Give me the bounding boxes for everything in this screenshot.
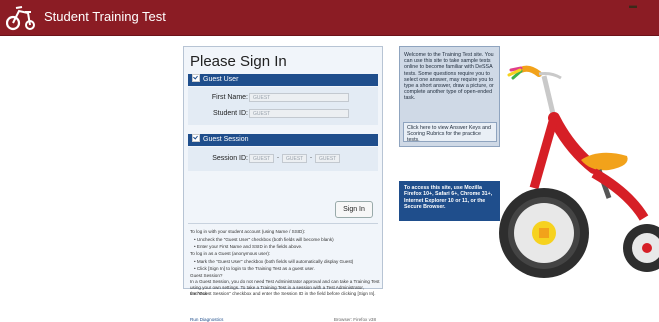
session-separator: - <box>310 155 312 161</box>
student-id-field[interactable]: GUEST <box>249 109 349 118</box>
info-bullet: • Click [Sign In] to login to the Traini… <box>194 266 315 271</box>
student-id-label: Student ID: <box>212 110 248 117</box>
guest-user-label: Guest User <box>203 76 239 83</box>
signin-panel: Please Sign In Guest User First Name: GU… <box>183 46 383 322</box>
info-session-question: Guest Session? <box>190 273 223 278</box>
guest-user-header: Guest User <box>188 74 378 86</box>
info-bullet: • Uncheck the "Guest User" checkbox (bot… <box>194 237 334 242</box>
divider <box>188 223 378 224</box>
tricycle-illustration <box>499 65 659 278</box>
guest-user-body: First Name: GUEST Student ID: GUEST <box>188 87 378 125</box>
session-id-part3[interactable]: GUEST <box>315 154 340 163</box>
app-title: Student Training Test <box>44 9 166 24</box>
info-guest-intro: To log in as a Guest (anonymous user): <box>190 251 271 256</box>
signin-title: Please Sign In <box>190 53 287 70</box>
browser-version: Browser: Firefox v38 <box>333 317 376 322</box>
info-bullet: • Mark the "Guest User" checkbox (both f… <box>194 259 354 264</box>
guest-session-header: Guest Session <box>188 134 378 146</box>
header-bar: Student Training Test ▬ <box>0 0 659 36</box>
guest-session-label: Guest Session <box>203 136 249 143</box>
info-session-text: In a Guest Session, you do not need Test… <box>190 279 380 284</box>
info-intro: To log in with your student account (usi… <box>190 229 306 234</box>
session-id-label: Session ID: <box>212 155 248 162</box>
guest-user-checkbox[interactable] <box>192 74 200 82</box>
sign-in-button[interactable]: Sign In <box>335 201 373 218</box>
run-diagnostics-link[interactable]: Run Diagnostics <box>190 317 223 322</box>
first-name-label: First Name: <box>211 94 248 101</box>
welcome-note: Welcome to the Training Test site. You c… <box>399 46 500 147</box>
welcome-text: Welcome to the Training Test site. You c… <box>404 52 494 102</box>
browser-requirements-note: To access this site, use Mozilla Firefox… <box>399 181 500 221</box>
header-corner-mark: ▬ <box>629 1 637 10</box>
first-name-field[interactable]: GUEST <box>249 93 349 102</box>
session-id-part2[interactable]: GUEST <box>282 154 307 163</box>
info-bullet: • Enter your First Name and SSID in the … <box>194 244 303 249</box>
tricycle-logo-icon <box>6 6 35 31</box>
session-id-part1[interactable]: GUEST <box>249 154 274 163</box>
guest-session-checkbox[interactable] <box>192 134 200 142</box>
answer-keys-link[interactable]: Click here to view Answer Keys and Scori… <box>403 122 497 143</box>
session-separator: - <box>277 155 279 161</box>
guest-session-body: Session ID: GUEST - GUEST - GUEST <box>188 147 378 171</box>
